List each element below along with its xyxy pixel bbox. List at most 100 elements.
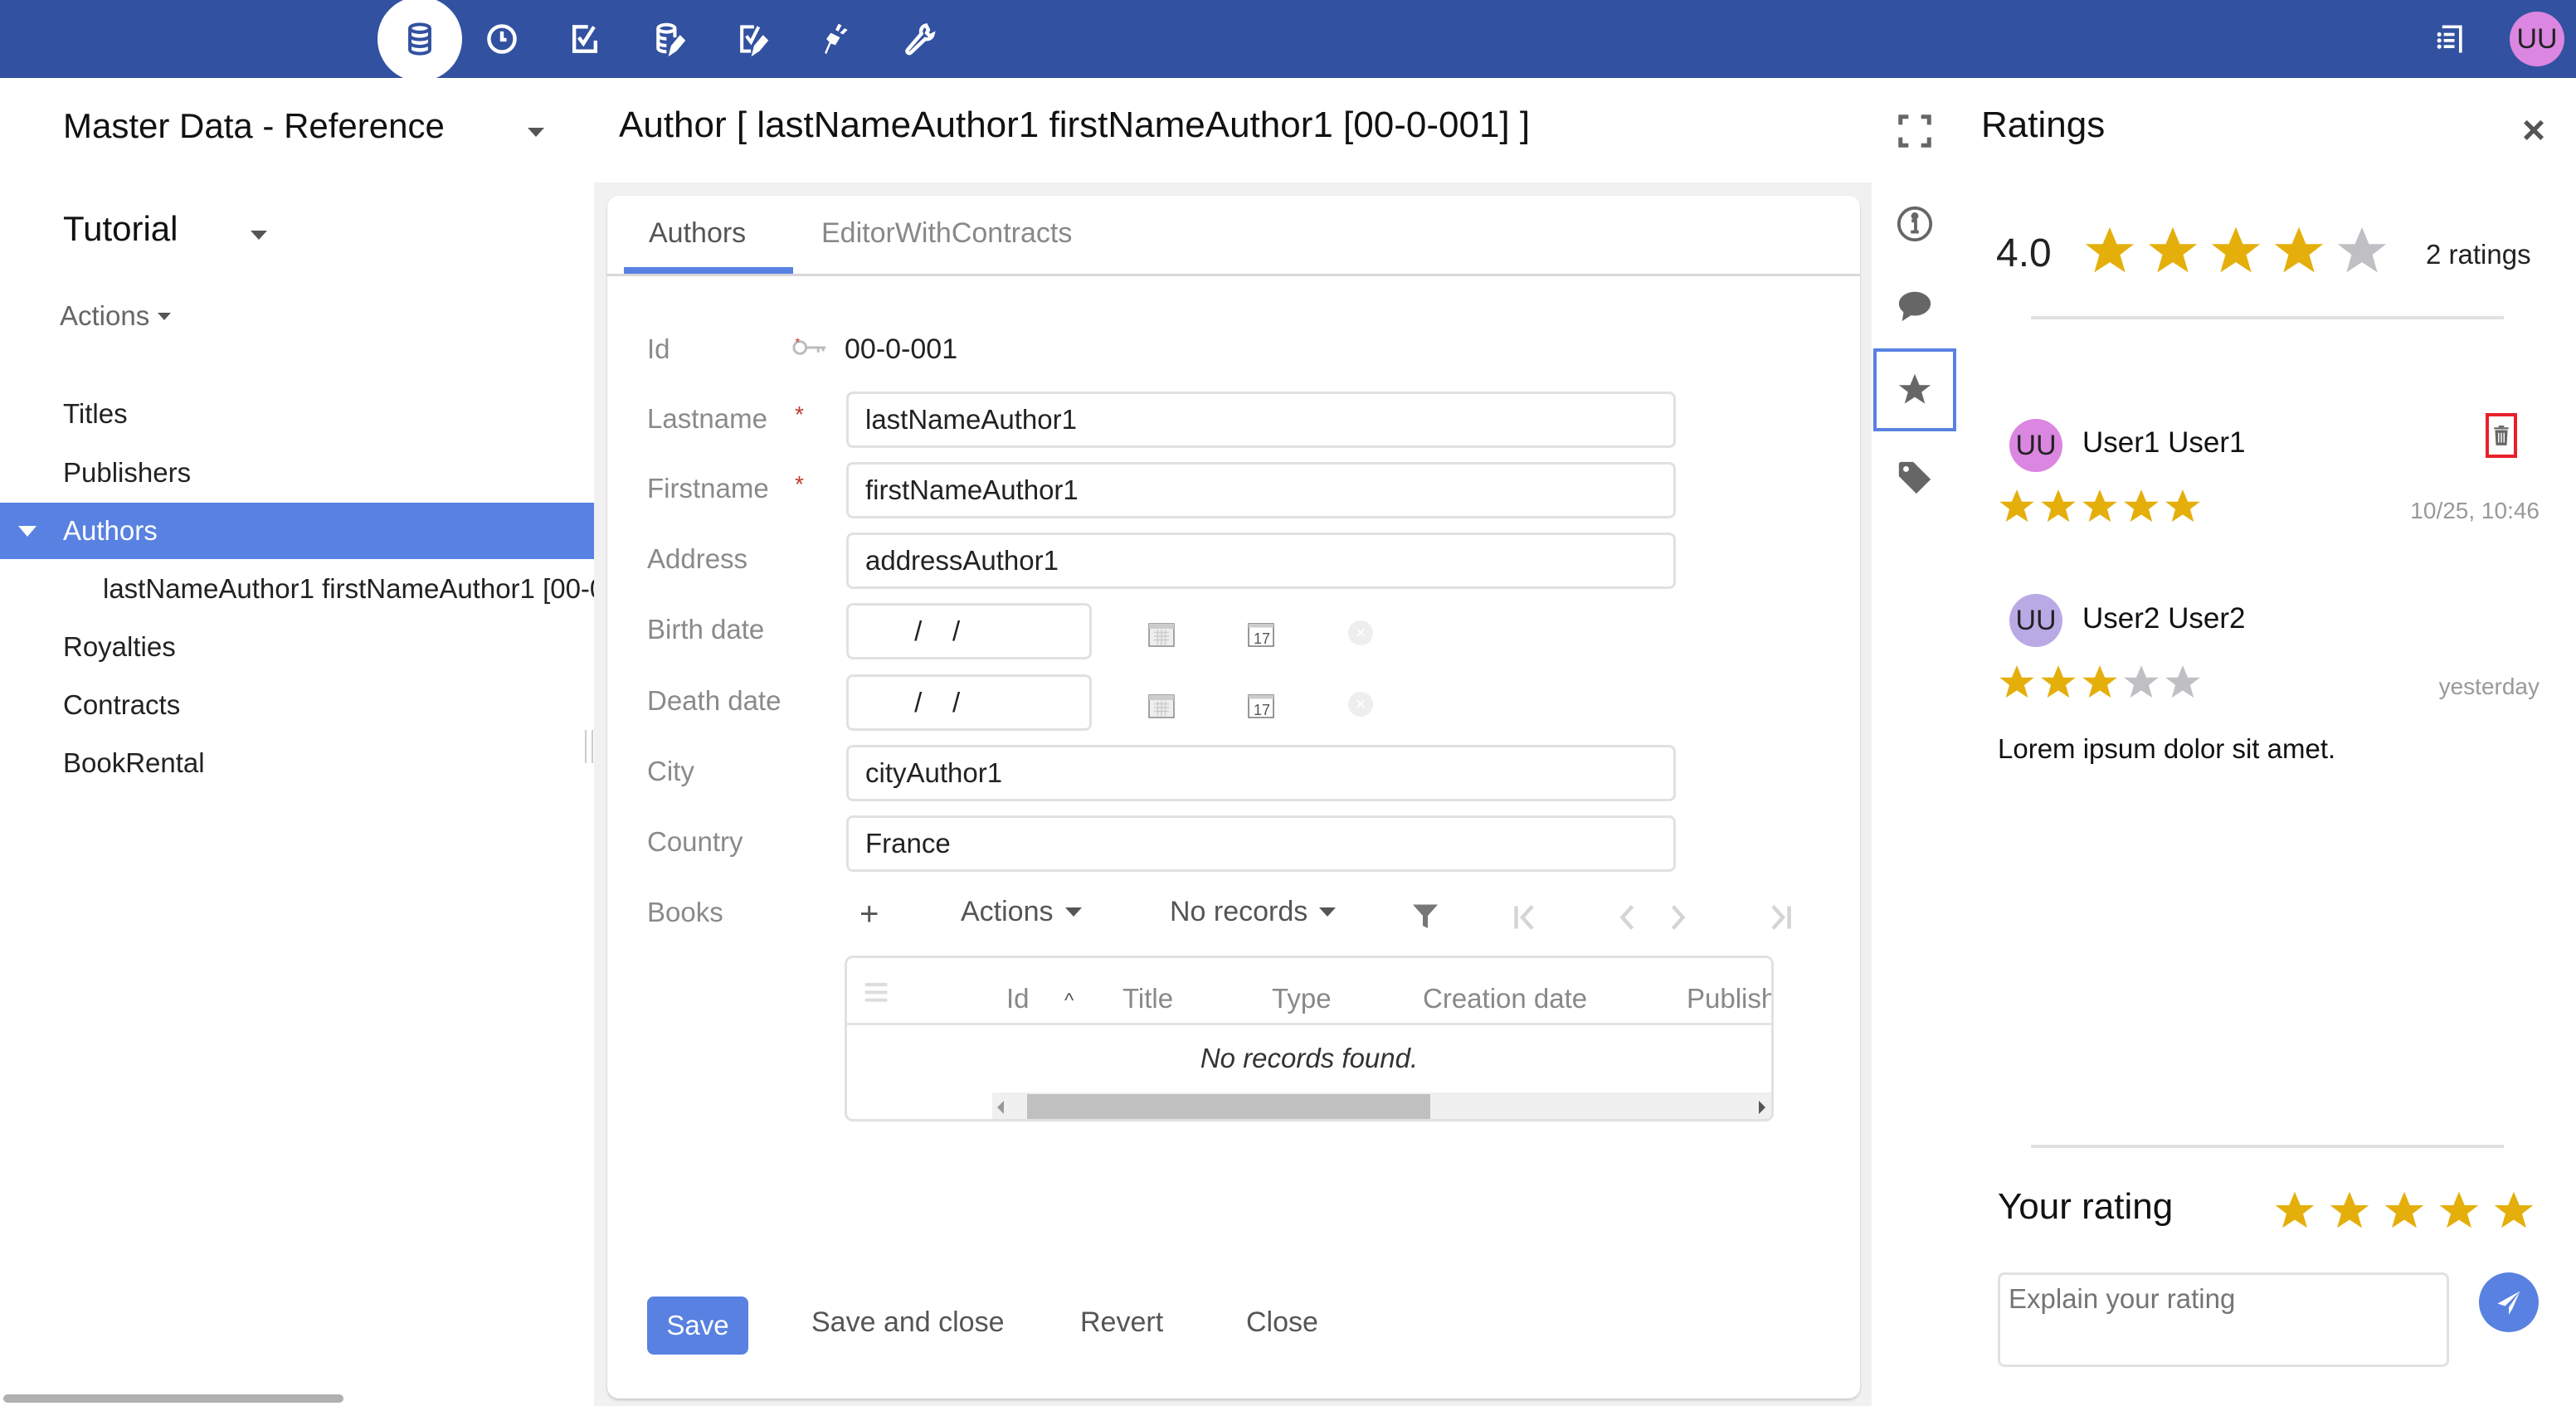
star-filled-icon xyxy=(1999,665,2034,698)
review-stars xyxy=(1996,486,2203,528)
column-header-id[interactable]: Id xyxy=(1006,983,1030,1014)
birth-date-value: / / xyxy=(907,615,968,646)
info-icon[interactable] xyxy=(1892,201,1938,247)
sidebar-item-bookrental[interactable]: BookRental xyxy=(0,735,594,791)
address-label: Address xyxy=(647,543,748,574)
column-menu-icon[interactable] xyxy=(862,980,890,1006)
books-label: Books xyxy=(647,897,723,927)
column-header-type[interactable]: Type xyxy=(1272,983,1332,1014)
star-filled-icon[interactable] xyxy=(2381,1188,2427,1234)
wrench-icon[interactable] xyxy=(889,10,947,68)
next-page-icon[interactable] xyxy=(1669,902,1689,932)
scroll-right-icon[interactable] xyxy=(1759,1101,1765,1114)
column-header-creation-date[interactable]: Creation date xyxy=(1423,983,1587,1014)
previous-page-icon[interactable] xyxy=(1616,902,1636,932)
sidebar-resize-handle[interactable] xyxy=(585,730,593,763)
death-date-input[interactable]: / / xyxy=(846,674,1092,731)
module-title: Tutorial xyxy=(63,209,178,248)
column-header-publish[interactable]: Publish xyxy=(1687,983,1771,1014)
calendar-today-icon[interactable]: 17 xyxy=(1246,619,1276,649)
city-value: cityAuthor1 xyxy=(865,757,1003,788)
filter-icon[interactable] xyxy=(1410,901,1440,931)
list-panel-icon[interactable] xyxy=(2421,10,2479,68)
calendar-today-icon[interactable]: 17 xyxy=(1246,690,1276,720)
explain-rating-input[interactable] xyxy=(1998,1272,2449,1367)
add-book-button[interactable]: + xyxy=(859,896,879,933)
scrollbar-thumb[interactable] xyxy=(1027,1094,1430,1119)
sidebar-actions-menu[interactable]: Actions xyxy=(60,300,172,332)
tag-icon[interactable] xyxy=(1892,455,1938,501)
star-empty-icon xyxy=(2337,226,2387,273)
star-filled-icon xyxy=(2082,489,2117,523)
sidebar-item-label: Contracts xyxy=(63,689,181,720)
sidebar-item-titles[interactable]: Titles xyxy=(0,386,594,442)
books-actions-menu[interactable]: Actions xyxy=(961,896,1082,928)
column-header-title[interactable]: Title xyxy=(1122,983,1173,1014)
user-avatar[interactable]: UU xyxy=(2510,12,2564,66)
address-input[interactable]: addressAuthor1 xyxy=(846,533,1676,589)
send-rating-button[interactable] xyxy=(2479,1272,2539,1332)
svg-text:17: 17 xyxy=(1254,702,1270,718)
ratings-divider xyxy=(2031,316,2504,319)
ratings-title: Ratings xyxy=(1981,105,2106,145)
checklist-edit-icon[interactable] xyxy=(723,10,782,68)
grid-horizontal-scrollbar[interactable] xyxy=(992,1092,1771,1119)
firstname-label: Firstname xyxy=(647,473,769,504)
sidebar-item-royalties[interactable]: Royalties xyxy=(0,619,594,675)
sidebar-item-publishers[interactable]: Publishers xyxy=(0,445,594,501)
calendar-picker-icon[interactable] xyxy=(1147,619,1176,649)
save-and-close-button[interactable]: Save and close xyxy=(811,1306,1005,1339)
comment-icon[interactable] xyxy=(1892,284,1938,330)
your-rating-stars[interactable] xyxy=(2272,1188,2545,1234)
app-switcher-caret-icon[interactable] xyxy=(528,126,544,141)
review-timestamp: 10/25, 10:46 xyxy=(2410,498,2539,523)
calendar-picker-icon[interactable] xyxy=(1147,690,1176,720)
country-value: France xyxy=(865,828,951,859)
birth-date-input[interactable]: / / xyxy=(846,603,1092,659)
clear-date-icon[interactable]: × xyxy=(1348,692,1373,717)
clear-date-icon[interactable]: × xyxy=(1348,620,1373,645)
database-edit-icon[interactable] xyxy=(640,10,699,68)
save-button[interactable]: Save xyxy=(647,1297,748,1355)
database-icon[interactable] xyxy=(377,0,462,81)
ratings-star-icon[interactable] xyxy=(1873,348,1956,431)
tab-editorwithcontracts[interactable]: EditorWithContracts xyxy=(821,217,1072,250)
expand-caret-icon[interactable] xyxy=(18,526,37,537)
country-input[interactable]: France xyxy=(846,815,1676,872)
books-actions-label: Actions xyxy=(961,896,1054,927)
last-page-icon[interactable] xyxy=(1767,902,1794,932)
records-per-page-menu[interactable]: No records xyxy=(1170,896,1337,928)
delete-rating-button[interactable] xyxy=(2486,413,2517,458)
first-page-icon[interactable] xyxy=(1512,902,1538,932)
revert-button[interactable]: Revert xyxy=(1080,1306,1163,1339)
plug-icon[interactable] xyxy=(806,10,864,68)
birth-date-label: Birth date xyxy=(647,614,765,645)
trash-icon xyxy=(2494,426,2509,445)
city-input[interactable]: cityAuthor1 xyxy=(846,745,1676,801)
module-switcher-caret-icon[interactable] xyxy=(251,229,267,244)
scroll-left-icon[interactable] xyxy=(997,1101,1004,1114)
clock-icon[interactable] xyxy=(473,10,531,68)
close-button[interactable]: Close xyxy=(1246,1306,1318,1339)
star-filled-icon xyxy=(1999,489,2034,523)
star-filled-icon[interactable] xyxy=(2326,1188,2373,1234)
sidebar-item-label: lastNameAuthor1 firstNameAuthor1 [00-0-0… xyxy=(103,573,594,604)
checklist-icon[interactable] xyxy=(556,10,614,68)
star-filled-icon xyxy=(2124,489,2159,523)
sidebar-item-label: Authors xyxy=(63,515,158,546)
tab-authors[interactable]: Authors xyxy=(649,217,746,250)
sort-ascending-icon[interactable]: ^ xyxy=(1064,990,1074,1013)
firstname-input[interactable]: firstNameAuthor1 xyxy=(846,462,1676,518)
sidebar-horizontal-scrollbar[interactable] xyxy=(3,1394,343,1403)
empty-message: No records found. xyxy=(1200,1043,1419,1073)
sidebar-item-contracts[interactable]: Contracts xyxy=(0,677,594,733)
lastname-input[interactable]: lastNameAuthor1 xyxy=(846,392,1676,448)
star-filled-icon xyxy=(2211,226,2261,273)
fullscreen-icon[interactable] xyxy=(1892,108,1938,154)
close-panel-icon[interactable]: × xyxy=(2522,108,2545,153)
star-filled-icon[interactable] xyxy=(2272,1188,2318,1234)
sidebar-item-author-record[interactable]: lastNameAuthor1 firstNameAuthor1 [00-0-0… xyxy=(0,561,594,617)
star-filled-icon[interactable] xyxy=(2491,1188,2537,1234)
sidebar-item-authors[interactable]: Authors xyxy=(0,503,594,559)
star-filled-icon[interactable] xyxy=(2436,1188,2482,1234)
